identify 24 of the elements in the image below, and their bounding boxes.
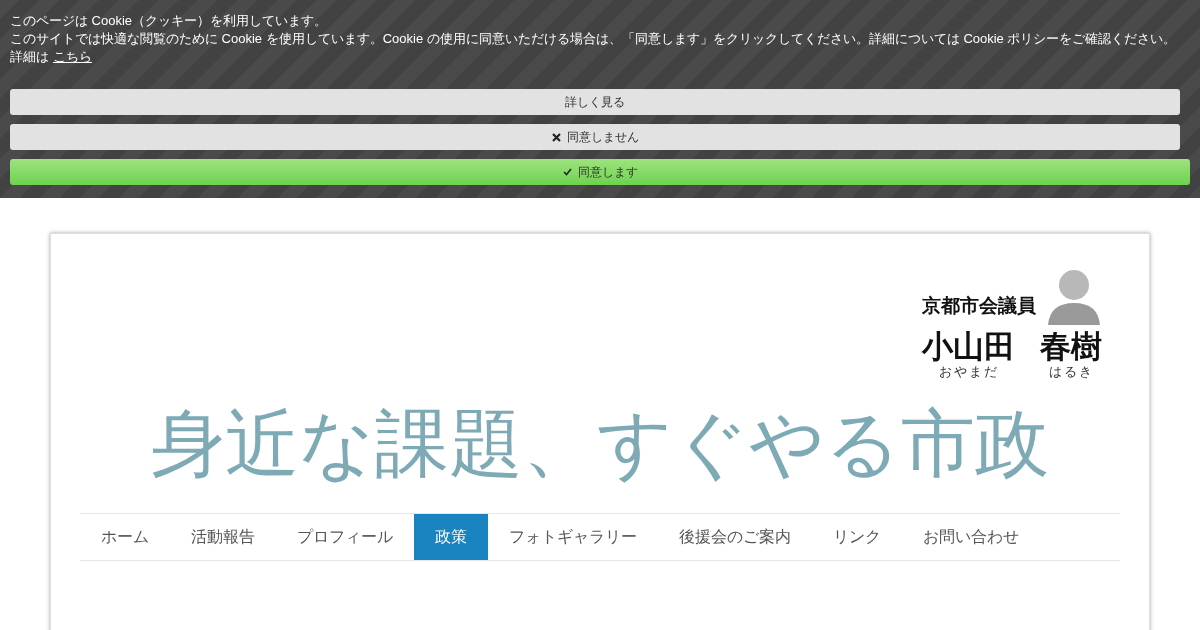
check-icon [562,168,572,176]
details-link[interactable]: こちら [53,48,92,66]
details-label: 詳細は [10,48,49,66]
surname-reading: おやまだ [938,364,999,379]
cookie-title: このページは Cookie（クッキー）を利用しています。 [10,12,329,30]
cookie-message: このサイトでは快適な閲覧のために Cookie を使用しています。Cookie の使用に同意いただける場合は、「同意します」をクリックしてください。詳細については Cookie ポリシーをご確認ください。 [10,30,1178,48]
nav-tab[interactable]: 後援会のご案内 [658,514,812,560]
nav-tab[interactable]: 活動報告 [170,514,276,560]
nav-tab[interactable]: リンク [812,514,902,560]
nav-tab[interactable]: 政策 [414,514,488,560]
logo-given-name: 春樹 [1040,331,1102,362]
decline-button[interactable]: 同意しません [10,124,1180,150]
nav-tab[interactable]: プロフィール [276,514,414,560]
logo-surname: 小山田 [922,331,1015,362]
tagline: 身近な課題、すぐやる市政 [151,399,1049,488]
site-logo[interactable]: 京都市会議員 小山田 おやまだ 春樹 はるき [922,265,1102,379]
nav-tab[interactable]: お問い合わせ [902,514,1040,560]
nav-tab[interactable]: フォトギャラリー [488,514,658,560]
logo-role: 京都市会議員 [922,296,1036,315]
nav-tab[interactable]: ホーム [80,514,170,560]
accept-button[interactable]: 同意します [10,159,1190,185]
given-name-reading: はるき [1048,364,1094,379]
close-icon [551,132,561,142]
details-button[interactable]: 詳しく見る [10,89,1180,115]
